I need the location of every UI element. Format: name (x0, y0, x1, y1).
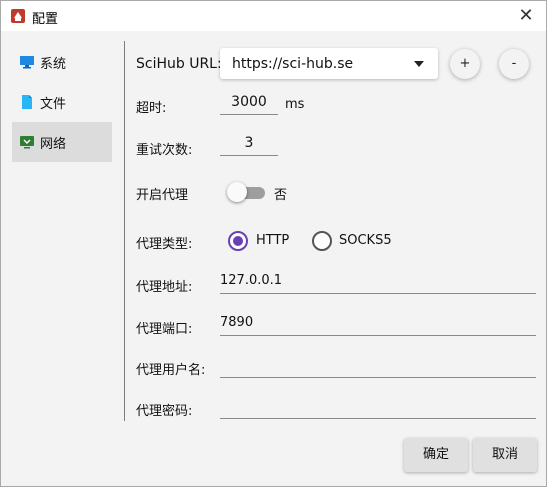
remove-url-button[interactable]: - (499, 49, 529, 79)
sidebar-item-label: 系统 (40, 56, 67, 72)
timeout-unit: ms (285, 97, 305, 112)
timeout-input[interactable]: 3000 (220, 90, 278, 115)
proxy-port-label: 代理端口: (136, 322, 193, 337)
scihub-url-select[interactable]: https://sci-hub.se (220, 48, 438, 79)
ok-button[interactable]: 确定 (404, 438, 468, 472)
timeout-label: 超时: (136, 101, 167, 116)
proxy-host-input[interactable]: 127.0.0.1 (220, 269, 536, 294)
app-icon (11, 9, 25, 23)
proxy-type-socks5-radio[interactable] (312, 231, 332, 251)
settings-dialog: 配置 ✕ 系统 文件 网络 SciHub URL: https://sci-hu… (0, 0, 547, 487)
title-bar: 配置 ✕ (1, 1, 546, 31)
proxy-password-label: 代理密码: (136, 404, 193, 419)
proxy-enable-state: 否 (274, 188, 288, 203)
proxy-username-label: 代理用户名: (136, 363, 206, 378)
sidebar-divider (124, 41, 125, 421)
sidebar-item-label: 网络 (40, 136, 67, 152)
proxy-port-input[interactable]: 7890 (220, 311, 536, 336)
proxy-type-http-label: HTTP (256, 233, 290, 248)
sidebar-item-network[interactable]: 网络 (12, 122, 112, 162)
scihub-url-label: SciHub URL: (136, 56, 222, 72)
network-icon (20, 136, 34, 149)
proxy-host-label: 代理地址: (136, 280, 193, 295)
proxy-enable-label: 开启代理 (136, 188, 189, 203)
proxy-type-http-radio[interactable] (228, 231, 248, 251)
window-title: 配置 (32, 12, 59, 27)
sidebar-item-system[interactable]: 系统 (12, 42, 112, 82)
close-icon[interactable]: ✕ (514, 4, 538, 28)
sidebar-item-label: 文件 (40, 96, 67, 112)
proxy-type-label: 代理类型: (136, 237, 193, 252)
proxy-password-input[interactable] (220, 394, 536, 419)
chevron-down-icon (414, 61, 424, 67)
monitor-icon (20, 56, 34, 69)
retry-input[interactable]: 3 (220, 131, 278, 156)
sidebar-item-file[interactable]: 文件 (12, 82, 112, 122)
add-url-button[interactable]: + (450, 49, 480, 79)
scihub-url-value: https://sci-hub.se (232, 56, 354, 72)
cancel-button[interactable]: 取消 (473, 438, 537, 472)
proxy-enable-toggle[interactable] (227, 182, 267, 202)
toggle-knob (227, 182, 247, 202)
retry-label: 重试次数: (136, 143, 193, 158)
proxy-username-input[interactable] (220, 353, 536, 378)
sidebar: 系统 文件 网络 (12, 42, 112, 162)
file-icon (22, 95, 32, 109)
proxy-type-socks5-label: SOCKS5 (339, 233, 392, 248)
